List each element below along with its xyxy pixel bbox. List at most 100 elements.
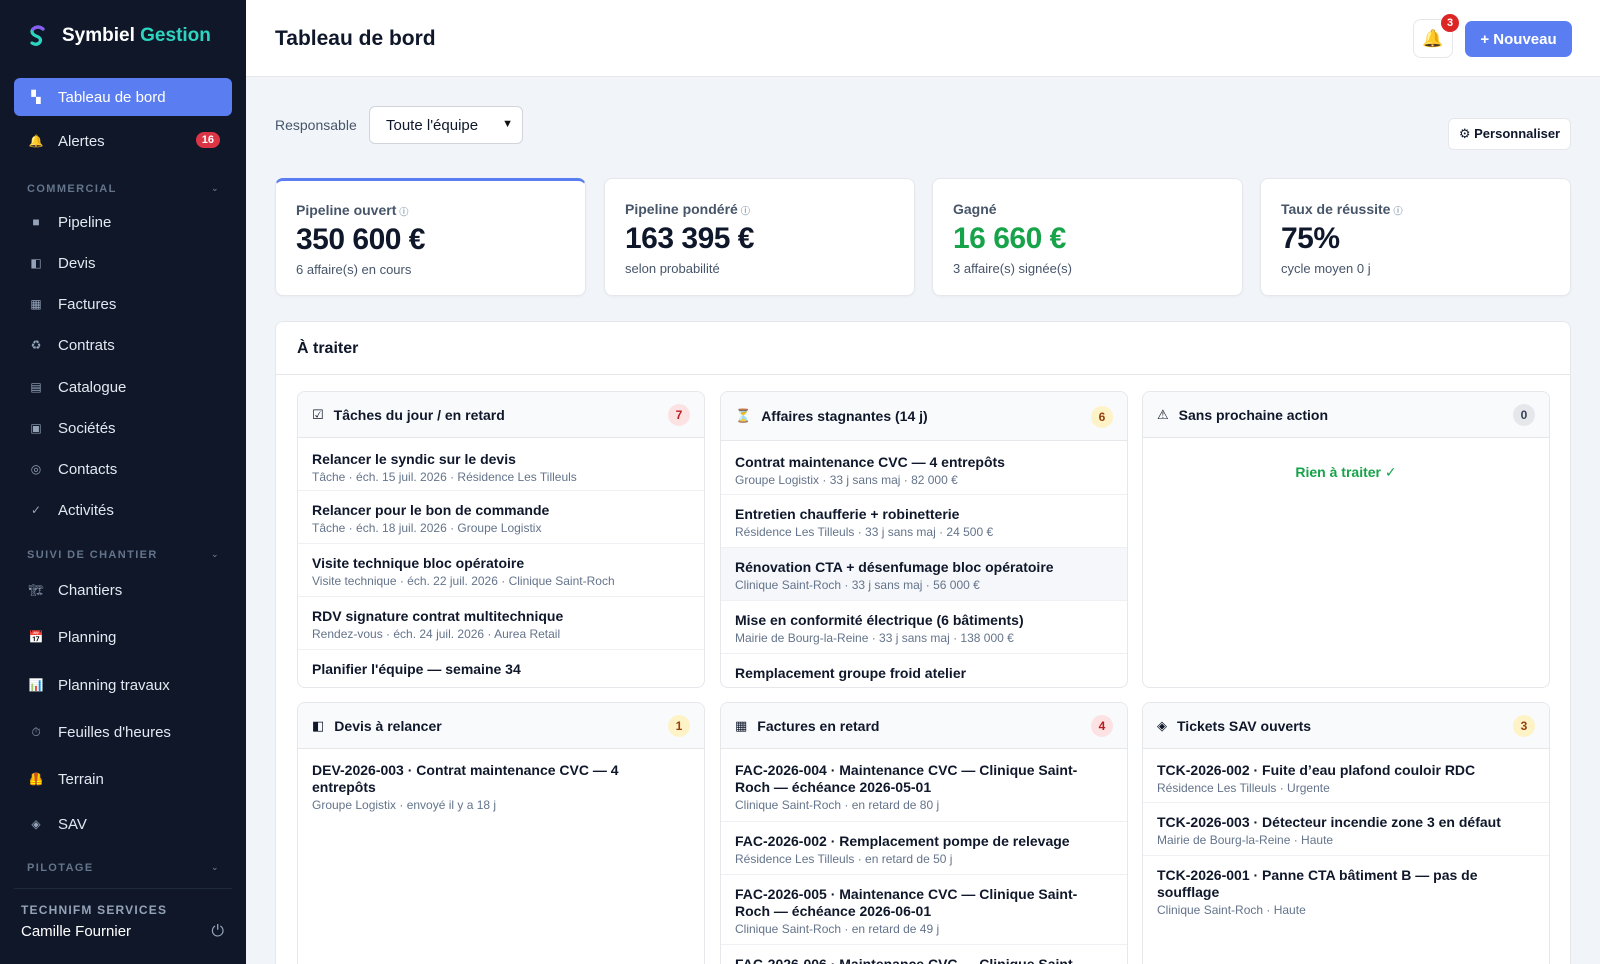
sidebar-item-label: Planning	[58, 628, 117, 646]
empty-state: Rien à traiter ✓	[1295, 464, 1397, 480]
kpi-card-pipeline-ouvert: Pipeline ouvert ⓘ 350 600 € 6 affaire(s) …	[275, 178, 586, 296]
sidebar-item-terrain[interactable]: 🦺 Terrain	[14, 760, 232, 798]
brand-name: Symbiel Gestion	[62, 25, 211, 46]
count-badge: 7	[668, 404, 690, 426]
sidebar-item-catalogue[interactable]: ▤ Catalogue	[14, 368, 232, 406]
recycle-icon: ♻	[30, 338, 42, 352]
card-overdue-invoices: ▦ Factures en retard 4 FAC-2026-004 · Ma…	[720, 702, 1128, 964]
kpi-value: 350 600 €	[296, 223, 425, 256]
check-icon: ✓	[30, 503, 42, 517]
quote-icon: ◧	[312, 717, 325, 733]
list-item[interactable]: DEV-2026-003 · Contrat maintenance CVC —…	[298, 749, 704, 819]
info-icon[interactable]: ⓘ	[1393, 206, 1402, 216]
sidebar-item-label: Factures	[58, 295, 117, 313]
sidebar-item-label: Terrain	[58, 770, 104, 788]
list-item[interactable]: TCK-2026-001 · Panne CTA bâtiment B — pa…	[1143, 856, 1549, 926]
list-item[interactable]: TCK-2026-003 · Détecteur incendie zone 3…	[1143, 803, 1549, 856]
section-suivi-chantier[interactable]: SUIVI DE CHANTIER ⌄	[27, 549, 220, 561]
owner-filter-label: Responsable	[275, 117, 357, 133]
chart-icon: 📊	[28, 678, 44, 692]
sidebar-item-feuilles-heures[interactable]: ⏱ Feuilles d'heures	[14, 713, 232, 751]
list-item[interactable]: Entretien chaufferie + robinetterie Résid…	[721, 495, 1127, 548]
card-title: Sans prochaine action	[1178, 406, 1329, 423]
sidebar-item-label: Pipeline	[58, 213, 112, 231]
pipeline-icon: ■	[32, 215, 40, 229]
card-title: Factures en retard	[757, 717, 880, 734]
brand[interactable]: Symbiel Gestion	[26, 24, 211, 48]
sidebar-item-chantiers[interactable]: 🏗 Chantiers	[14, 571, 232, 609]
list-item[interactable]: FAC-2026-005 · Maintenance CVC — Cliniqu…	[721, 875, 1127, 945]
card-header: ⏳ Affaires stagnantes (14 j) 6	[721, 392, 1127, 441]
count-badge: 1	[668, 715, 690, 737]
building-icon: ▣	[30, 421, 42, 435]
list-item[interactable]: FAC-2026-006 · Maintenance CVC — Cliniqu…	[721, 945, 1127, 964]
logout-icon[interactable]: ⏻	[211, 923, 224, 941]
section-pilotage[interactable]: PILOTAGE ⌄	[27, 862, 220, 874]
sidebar-item-label: Alertes	[58, 132, 105, 150]
kpi-label: Gagné	[953, 201, 997, 217]
list-item[interactable]: Relancer le syndic sur le devis Tâche · é…	[298, 438, 704, 491]
kpi-card-pipeline-pondere: Pipeline pondéré ⓘ 163 395 € selon probab…	[604, 178, 915, 296]
sidebar-item-sav[interactable]: ◈ SAV	[14, 805, 232, 843]
page-title: Tableau de bord	[275, 27, 436, 50]
count-badge: 0	[1513, 404, 1535, 426]
hourglass-icon: ⏳	[735, 408, 752, 423]
organization-name: TECHNIFM SERVICES	[21, 903, 168, 917]
list-item[interactable]: Planifier l'équipe — semaine 34	[298, 650, 704, 687]
list-item[interactable]: Visite technique bloc opératoire Visite t…	[298, 544, 704, 597]
chevron-down-icon: ⌄	[211, 549, 220, 559]
list-item[interactable]: TCK-2026-002 · Fuite d’eau plafond coulo…	[1143, 749, 1549, 803]
sidebar-item-factures[interactable]: ▦ Factures	[14, 285, 232, 323]
customize-button[interactable]: ⚙ Personnaliser	[1448, 118, 1571, 150]
list-item[interactable]: FAC-2026-002 · Remplacement pompe de rel…	[721, 822, 1127, 875]
list-item[interactable]: Contrat maintenance CVC — 4 entrepôts Gro…	[721, 441, 1127, 495]
card-open-tickets: ◈ Tickets SAV ouverts 3 TCK-2026-002 · F…	[1142, 702, 1550, 964]
kpi-value: 75%	[1281, 222, 1340, 255]
card-header: ⚠ Sans prochaine action 0	[1143, 392, 1549, 438]
catalog-icon: ▤	[30, 380, 42, 394]
list-item[interactable]: Remplacement groupe froid atelier	[721, 654, 1127, 687]
chevron-down-icon: ⌄	[211, 862, 220, 872]
kpi-label: Taux de réussite ⓘ	[1281, 201, 1403, 217]
sidebar-item-devis[interactable]: ◧ Devis	[14, 244, 232, 282]
sidebar-item-contrats[interactable]: ♻ Contrats	[14, 326, 232, 364]
list-item[interactable]: Rénovation CTA + désenfumage bloc opérat…	[721, 548, 1127, 601]
todo-panel: À traiter ☑ Tâches du jour / en retard 7…	[275, 321, 1571, 964]
card-header: ☑ Tâches du jour / en retard 7	[298, 392, 704, 438]
panel-title: À traiter	[297, 340, 359, 357]
count-badge: 3	[1513, 715, 1535, 737]
kpi-label: Pipeline ouvert ⓘ	[296, 202, 409, 218]
sidebar-item-alerts[interactable]: 🔔 Alertes 16	[14, 122, 232, 160]
sidebar-item-contacts[interactable]: ◎ Contacts	[14, 450, 232, 488]
owner-filter-select[interactable]: Toute l'équipe ▼	[369, 106, 523, 144]
new-button[interactable]: + Nouveau	[1465, 21, 1572, 57]
list-item[interactable]: Mise en conformité électrique (6 bâtimen…	[721, 601, 1127, 654]
info-icon[interactable]: ⓘ	[741, 206, 750, 216]
list-item[interactable]: Relancer pour le bon de commande Tâche · …	[298, 491, 704, 544]
sidebar-item-dashboard[interactable]: ▚ Tableau de bord	[14, 78, 232, 116]
card-header: ◈ Tickets SAV ouverts 3	[1143, 703, 1549, 749]
notifications-button[interactable]: 🔔 3	[1413, 14, 1459, 58]
list-item[interactable]: RDV signature contrat multitechnique Rend…	[298, 597, 704, 650]
kpi-card-taux-reussite: Taux de réussite ⓘ 75% cycle moyen 0 j	[1260, 178, 1571, 296]
top-bar: Tableau de bord 🔔 3 + Nouveau	[246, 0, 1600, 77]
kpi-card-gagne: Gagné 16 660 € 3 affaire(s) signée(s)	[932, 178, 1243, 296]
sidebar-item-planning-travaux[interactable]: 📊 Planning travaux	[14, 666, 232, 704]
sidebar-item-activites[interactable]: ✓ Activités	[14, 491, 232, 529]
section-commercial[interactable]: COMMERCIAL ⌄	[27, 183, 220, 195]
count-badge: 4	[1091, 715, 1113, 737]
info-icon[interactable]: ⓘ	[399, 207, 408, 217]
sidebar-item-label: Planning travaux	[58, 676, 170, 694]
sidebar-item-societes[interactable]: ▣ Sociétés	[14, 409, 232, 447]
bell-icon: 🔔	[1422, 28, 1444, 48]
diamond-icon: ◈	[1157, 717, 1167, 733]
kpi-subtext: cycle moyen 0 j	[1281, 261, 1371, 276]
sidebar-item-planning[interactable]: 📅 Planning	[14, 618, 232, 656]
invoice-icon: ▦	[30, 297, 42, 311]
card-title: Devis à relancer	[334, 717, 442, 734]
list-item[interactable]: FAC-2026-004 · Maintenance CVC — Cliniqu…	[721, 749, 1127, 822]
chevron-down-icon: ▼	[502, 118, 513, 130]
sidebar-item-pipeline[interactable]: ■ Pipeline	[14, 203, 232, 241]
sidebar-footer: TECHNIFM SERVICES Camille Fournier ⏻	[14, 888, 232, 940]
sidebar-item-label: Contrats	[58, 336, 115, 354]
